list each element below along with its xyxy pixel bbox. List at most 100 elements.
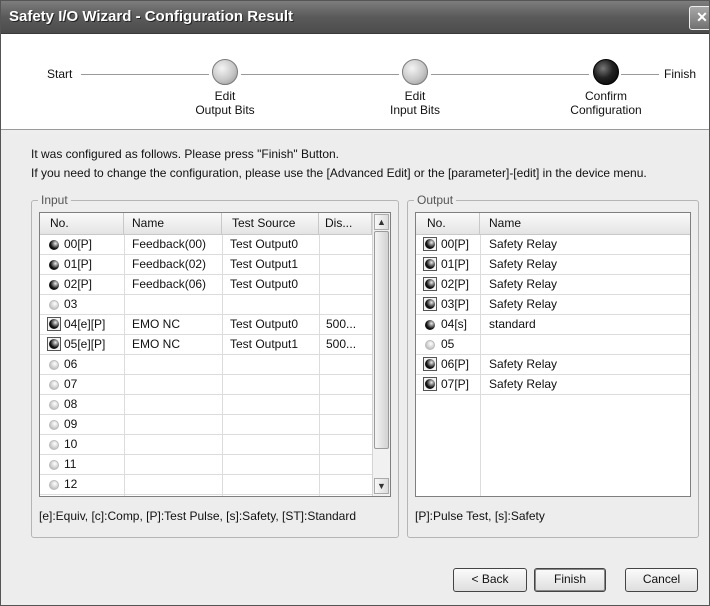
cell-name (132, 475, 220, 494)
step-line (431, 74, 589, 75)
cell-test-source (230, 355, 316, 374)
input-row[interactable]: 11 (40, 455, 372, 475)
cell-test-source (230, 415, 316, 434)
input-row[interactable]: 06 (40, 355, 372, 375)
cell-test-source (230, 495, 316, 496)
step-edit-input-indicator (402, 59, 428, 85)
cell-no: 06 (64, 357, 78, 371)
selection-box (423, 237, 437, 251)
cell-test-source (230, 395, 316, 414)
cell-name (132, 295, 220, 314)
input-row[interactable]: 12 (40, 475, 372, 495)
cancel-button[interactable]: Cancel (625, 568, 698, 592)
io-on-indicator-icon (49, 280, 59, 290)
header-separator (1, 129, 709, 130)
cell-no: 07[P] (441, 377, 470, 391)
selection-box (423, 357, 437, 371)
cell-name (489, 335, 684, 354)
column-no[interactable]: No. (40, 213, 124, 234)
column-no[interactable]: No. (416, 213, 480, 234)
input-row[interactable]: 00[P] Feedback(00) Test Output0 (40, 235, 372, 255)
cell-test-source (230, 435, 316, 454)
output-row[interactable]: 01[P] Safety Relay (416, 255, 690, 275)
output-row[interactable]: 04[s] standard (416, 315, 690, 335)
input-row[interactable]: 07 (40, 375, 372, 395)
cell-no: 04[e][P] (64, 317, 106, 331)
cell-name: Feedback(06) (132, 277, 207, 291)
cell-test-source (230, 375, 316, 394)
dialog-window: Safety I/O Wizard - Configuration Result… (0, 0, 710, 606)
selection-box (423, 257, 437, 271)
input-row[interactable]: 01[P] Feedback(02) Test Output1 (40, 255, 372, 275)
io-off-indicator-icon (49, 440, 59, 450)
column-discrepancy[interactable]: Dis... (319, 213, 372, 234)
cell-name (132, 435, 220, 454)
io-off-indicator-icon (49, 380, 59, 390)
cell-discrepancy (326, 275, 370, 294)
input-row[interactable]: 13 (40, 495, 372, 496)
input-row[interactable]: 03 (40, 295, 372, 315)
cell-name: Feedback(00) (132, 237, 207, 251)
io-on-indicator-icon (49, 240, 59, 250)
input-row[interactable]: 08 (40, 395, 372, 415)
cell-no: 04[s] (441, 317, 468, 331)
io-off-indicator-icon (49, 480, 59, 490)
cell-discrepancy (326, 235, 370, 254)
input-scrollbar[interactable]: ▲ ▼ (372, 213, 390, 496)
cell-name (132, 415, 220, 434)
step-label-line: Confirm (584, 89, 627, 103)
output-list[interactable]: No. Name 00[P] Safety Relay 01[P] Safety Re… (415, 212, 691, 497)
cell-no: 12 (64, 477, 78, 491)
output-row[interactable]: 05 (416, 335, 690, 355)
io-off-indicator-icon (49, 400, 59, 410)
selection-box (423, 297, 437, 311)
title-bar[interactable]: Safety I/O Wizard - Configuration Result… (1, 1, 709, 34)
cell-no: 02[P] (441, 277, 470, 291)
output-row[interactable]: 06[P] Safety Relay (416, 355, 690, 375)
step-start-label: Start (47, 67, 73, 81)
input-row[interactable]: 04[e][P] EMO NC Test Output0 500... (40, 315, 372, 335)
column-test-source[interactable]: Test Source (222, 213, 319, 234)
cell-discrepancy: 500... (326, 337, 357, 351)
output-row[interactable]: 07[P] Safety Relay (416, 375, 690, 395)
window-title: Safety I/O Wizard - Configuration Result (9, 8, 294, 25)
cell-discrepancy (326, 395, 370, 414)
output-row[interactable]: 02[P] Safety Relay (416, 275, 690, 295)
input-row[interactable]: 10 (40, 435, 372, 455)
cell-no: 00[P] (64, 237, 93, 251)
io-on-indicator-icon (425, 259, 435, 269)
cell-name: EMO NC (132, 317, 180, 331)
input-list[interactable]: No. Name Test Source Dis... 00[P] Feedbac… (39, 212, 391, 497)
cell-discrepancy: 500... (326, 317, 357, 331)
io-off-indicator-icon (425, 340, 435, 350)
column-name[interactable]: Name (480, 213, 690, 234)
scroll-thumb[interactable] (374, 231, 389, 449)
scroll-down-button[interactable]: ▼ (374, 478, 389, 494)
io-on-indicator-icon (425, 279, 435, 289)
input-row[interactable]: 09 (40, 415, 372, 435)
finish-button[interactable]: Finish (534, 568, 606, 592)
cell-name: Feedback(02) (132, 257, 207, 271)
output-legend: [P]:Pulse Test, [s]:Safety (415, 509, 545, 523)
io-off-indicator-icon (49, 460, 59, 470)
back-button[interactable]: < Back (453, 568, 527, 592)
step-confirm-label: Confirm Configuration (556, 89, 656, 117)
close-button[interactable]: ✕ (689, 6, 709, 30)
cell-name (132, 495, 220, 496)
cell-name: Safety Relay (489, 297, 558, 311)
input-row[interactable]: 05[e][P] EMO NC Test Output1 500... (40, 335, 372, 355)
output-row[interactable]: 00[P] Safety Relay (416, 235, 690, 255)
column-name[interactable]: Name (124, 213, 222, 234)
output-row[interactable]: 03[P] Safety Relay (416, 295, 690, 315)
cell-no: 01[P] (441, 257, 470, 271)
selection-box (47, 337, 61, 351)
cell-test-source (230, 475, 316, 494)
cell-no: 10 (64, 437, 78, 451)
selection-box (47, 317, 61, 331)
cell-name: standard (489, 317, 536, 331)
cell-name (132, 355, 220, 374)
cell-name (132, 395, 220, 414)
cell-test-source: Test Output0 (230, 277, 299, 291)
input-row[interactable]: 02[P] Feedback(06) Test Output0 (40, 275, 372, 295)
scroll-up-button[interactable]: ▲ (374, 214, 389, 230)
